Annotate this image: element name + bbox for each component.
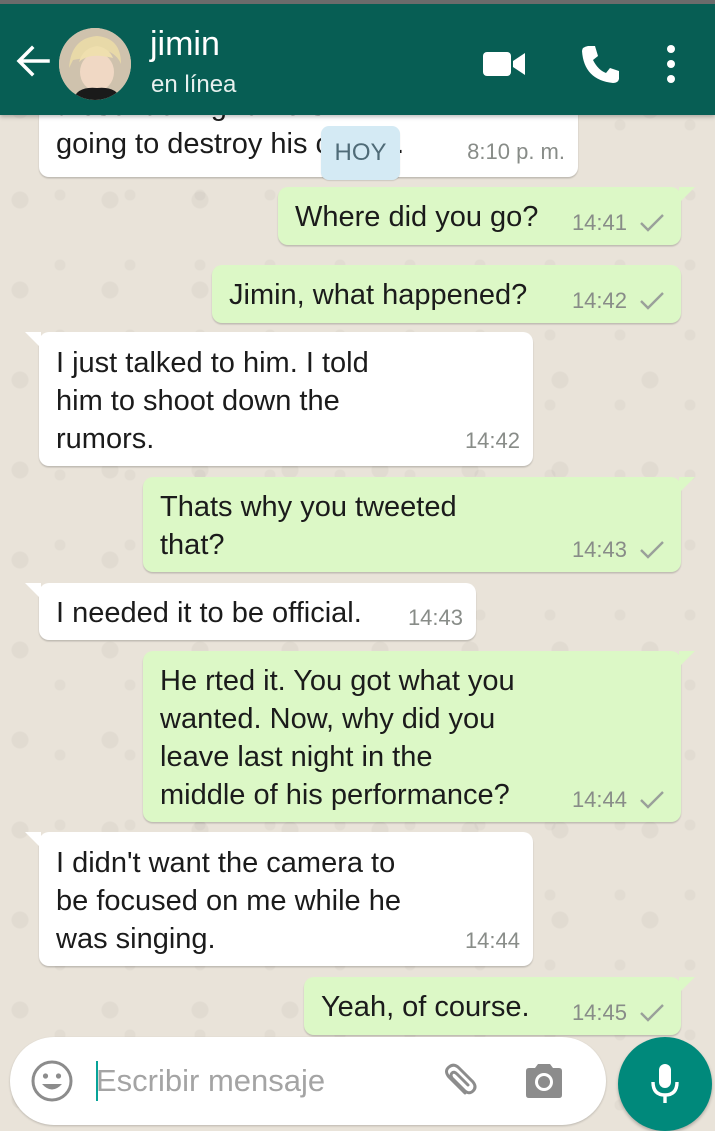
arrow-left-icon[interactable] bbox=[12, 40, 54, 82]
message-time: 8:10 p. m. bbox=[467, 139, 565, 164]
paperclip-icon[interactable] bbox=[435, 1059, 481, 1105]
bubble-tail bbox=[679, 977, 695, 993]
message-meta: 14:43 bbox=[408, 605, 463, 631]
bubble-tail bbox=[679, 651, 695, 667]
message-meta: 14:42 bbox=[465, 428, 520, 454]
smiley-icon[interactable] bbox=[30, 1059, 74, 1103]
message-meta: 14:44 bbox=[465, 928, 520, 954]
message-outgoing[interactable]: Where did you go? 14:41 bbox=[278, 187, 695, 245]
message-time: 14:44 bbox=[464, 928, 520, 953]
message-time: 14:44 bbox=[571, 787, 627, 812]
microphone-button[interactable] bbox=[618, 1037, 712, 1131]
message-time: 14:42 bbox=[571, 288, 627, 313]
contact-name[interactable]: jimin bbox=[150, 24, 220, 64]
message-time: 14:45 bbox=[571, 1000, 627, 1025]
message-time: 14:41 bbox=[571, 210, 627, 235]
message-composer bbox=[10, 1037, 606, 1125]
message-meta: 14:42 bbox=[572, 288, 665, 314]
microphone-icon bbox=[651, 1064, 679, 1103]
message-meta: 14:44 bbox=[572, 787, 665, 813]
message-text: He rted it. You got what you wanted. Now… bbox=[160, 665, 515, 811]
message-input[interactable] bbox=[96, 1055, 416, 1107]
message-text: Jimin, what happened? bbox=[229, 279, 528, 311]
day-divider-chip: HOY bbox=[321, 126, 400, 180]
sent-check-icon bbox=[640, 541, 664, 559]
sent-check-icon bbox=[640, 791, 664, 809]
bubble-tail bbox=[25, 332, 41, 348]
sent-check-icon bbox=[640, 292, 664, 310]
chat-header: jimin en línea bbox=[0, 4, 715, 115]
message-incoming[interactable]: I didn't want the camera to be focused o… bbox=[25, 832, 533, 966]
message-incoming[interactable]: I just talked to him. I told him to shoo… bbox=[25, 332, 533, 466]
status-bar-strip bbox=[0, 0, 715, 4]
message-meta: 14:41 bbox=[572, 210, 665, 236]
avatar-image bbox=[59, 28, 131, 100]
sent-check-icon bbox=[640, 214, 664, 232]
message-incoming[interactable]: I needed it to be official. 14:43 bbox=[25, 583, 476, 640]
bubble-tail bbox=[679, 477, 695, 493]
message-text: Where did you go? bbox=[295, 201, 539, 233]
message-text: I needed it to be official. bbox=[56, 597, 362, 629]
message-text: Thats why you tweeted that? bbox=[160, 491, 457, 561]
bubble-tail bbox=[25, 832, 41, 848]
message-meta: 14:45 bbox=[572, 1000, 665, 1026]
more-vertical-icon[interactable] bbox=[656, 42, 686, 86]
message-meta: 8:10 p. m. bbox=[467, 139, 565, 165]
bubble-tail bbox=[679, 187, 695, 203]
message-outgoing[interactable]: Thats why you tweeted that? 14:43 bbox=[143, 477, 695, 572]
message-text: I didn't want the camera to be focused o… bbox=[56, 847, 401, 955]
message-text: I just talked to him. I told him to shoo… bbox=[56, 347, 369, 455]
video-camera-icon[interactable] bbox=[481, 42, 527, 86]
camera-icon[interactable] bbox=[522, 1061, 566, 1101]
message-time: 14:43 bbox=[407, 605, 463, 630]
avatar[interactable] bbox=[59, 28, 131, 100]
message-outgoing[interactable]: He rted it. You got what you wanted. Now… bbox=[143, 651, 695, 822]
bubble-tail bbox=[25, 583, 41, 599]
message-time: 14:43 bbox=[571, 537, 627, 562]
message-outgoing[interactable]: Yeah, of course. 14:45 bbox=[304, 977, 695, 1035]
message-time: 14:42 bbox=[464, 428, 520, 453]
message-meta: 14:43 bbox=[572, 537, 665, 563]
phone-icon[interactable] bbox=[578, 42, 622, 86]
message-text: Yeah, of course. bbox=[321, 991, 530, 1023]
message-outgoing[interactable]: Jimin, what happened? 14:42 bbox=[212, 265, 681, 323]
sent-check-icon bbox=[640, 1004, 664, 1022]
contact-status: en línea bbox=[151, 71, 237, 98]
